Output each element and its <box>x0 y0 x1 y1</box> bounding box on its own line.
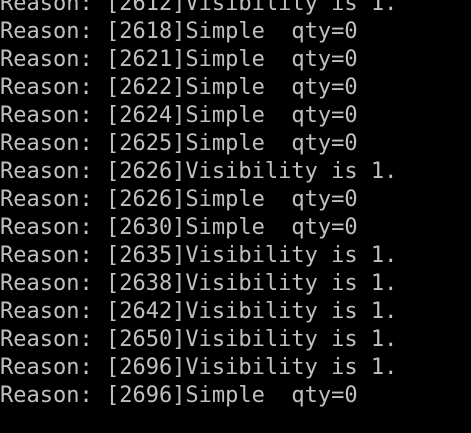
console-output: Reason: [2612]Visibility is 1. Reason: [… <box>0 0 397 410</box>
console-line: Reason: [2650]Visibility is 1. <box>0 327 398 352</box>
console-line: Reason: [2622]Simple qty=0 <box>0 75 358 100</box>
console-window[interactable]: Reason: [2612]Visibility is 1. Reason: [… <box>0 0 471 433</box>
console-line: Reason: [2612]Visibility is 1. <box>0 0 398 16</box>
console-line: Reason: [2626]Visibility is 1. <box>0 159 398 184</box>
console-line: Reason: [2630]Simple qty=0 <box>0 215 358 240</box>
console-line: Reason: [2621]Simple qty=0 <box>0 47 358 72</box>
console-line: Reason: [2642]Visibility is 1. <box>0 299 398 324</box>
console-line: Reason: [2624]Simple qty=0 <box>0 103 358 128</box>
console-line: Reason: [2635]Visibility is 1. <box>0 243 398 268</box>
console-line: Reason: [2638]Visibility is 1. <box>0 271 398 296</box>
console-line: Reason: [2626]Simple qty=0 <box>0 187 358 212</box>
console-line: Reason: [2696]Simple qty=0 <box>0 383 358 408</box>
console-line: Reason: [2625]Simple qty=0 <box>0 131 358 156</box>
console-line: Reason: [2696]Visibility is 1. <box>0 355 398 380</box>
console-line: Reason: [2618]Simple qty=0 <box>0 19 358 44</box>
